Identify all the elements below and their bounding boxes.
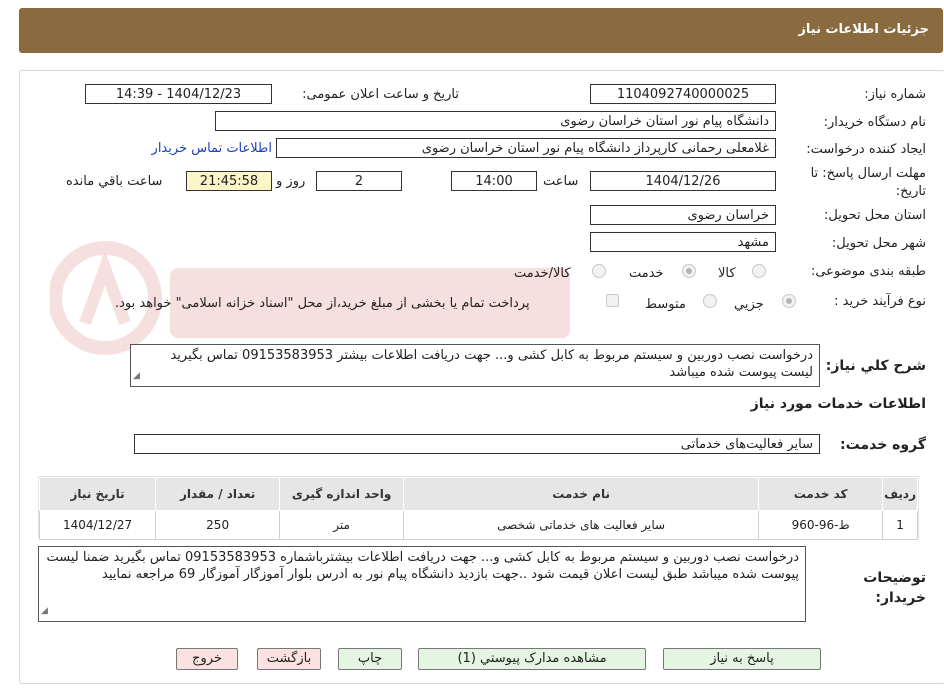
purchase-type-medium-radio[interactable] (703, 294, 717, 308)
buyer-notes-textarea[interactable]: درخواست نصب دوربین و سیستم مربوط به کابل… (38, 546, 806, 622)
category-label: طبقه بندی موضوعی: (810, 264, 926, 279)
services-table: ردیف کد خدمت نام خدمت واحد اندازه گیری ت… (38, 477, 918, 540)
announce-datetime-field: 1404/12/23 - 14:39 (85, 84, 272, 104)
deadline-label: مهلت ارسال پاسخ: تا تاریخ: (810, 166, 926, 199)
col-service-code: کد خدمت (758, 477, 884, 511)
deadline-date-field: 1404/12/26 (590, 171, 776, 191)
need-number-label: شماره نیاز: (864, 87, 926, 102)
table-row: 1 ط-96-960 سایر فعالیت های خدماتی شخصی م… (38, 510, 918, 540)
remaining-time-field: 21:45:58 (186, 171, 272, 191)
col-row: ردیف (882, 477, 918, 511)
cell-service-code: ط-96-960 (758, 510, 884, 540)
deadline-time-field: 14:00 (451, 171, 537, 191)
page-header: جزئیات اطلاعات نیاز (19, 8, 943, 53)
print-button[interactable]: چاپ (338, 648, 402, 670)
category-goods-service-label: کالا/خدمت (514, 266, 571, 281)
category-service-label: خدمت (629, 266, 664, 281)
purchase-type-minor-label: جزیي (734, 297, 764, 312)
resize-grip-icon[interactable]: ◢ (41, 603, 48, 620)
page-title: جزئیات اطلاعات نیاز (798, 22, 929, 37)
need-number-field: 1104092740000025 (590, 84, 776, 104)
category-goods-service-radio[interactable] (592, 264, 606, 278)
col-need-date: تاریخ نیاز (38, 477, 157, 511)
buyer-contact-link[interactable]: اطلاعات تماس خریدار (152, 141, 272, 156)
treasury-checkbox[interactable] (606, 294, 619, 307)
category-goods-label: کالا (718, 266, 736, 281)
exit-button[interactable]: خروج (176, 648, 238, 670)
remaining-time-label: ساعت باقي مانده (66, 174, 163, 189)
buyer-org-label: نام دستگاه خریدار: (823, 115, 926, 130)
deadline-time-label: ساعت (543, 174, 579, 189)
requester-field: غلامعلی رحمانی کارپرداز دانشگاه پیام نور… (276, 138, 776, 158)
announce-datetime-label: تاریخ و ساعت اعلان عمومی: (302, 87, 459, 102)
treasury-note: پرداخت تمام یا بخشی از مبلغ خرید،از محل … (115, 296, 530, 311)
requester-label: ایجاد کننده درخواست: (806, 142, 926, 157)
category-service-radio[interactable] (682, 264, 696, 278)
cell-service-name: سایر فعالیت های خدماتی شخصی (403, 510, 760, 540)
summary-label: شرح کلي نياز: (825, 358, 926, 374)
summary-textarea[interactable]: درخواست نصب دوربین و سیستم مربوط به کابل… (130, 344, 820, 387)
cell-row: 1 (882, 510, 918, 540)
service-group-label: گروه خدمت: (840, 437, 926, 453)
purchase-type-label: نوع فرآیند خرید : (834, 294, 926, 309)
col-service-name: نام خدمت (403, 477, 760, 511)
services-section-title: اطلاعات خدمات مورد نیاز (750, 396, 926, 412)
purchase-type-minor-radio[interactable] (782, 294, 796, 308)
services-table-frame: ردیف کد خدمت نام خدمت واحد اندازه گیری ت… (38, 476, 919, 540)
deadline-days-label: روز و (276, 174, 306, 189)
cell-unit: متر (279, 510, 405, 540)
delivery-province-label: استان محل تحویل: (824, 208, 926, 223)
purchase-type-medium-label: متوسط (645, 297, 686, 312)
back-button[interactable]: بازگشت (257, 648, 321, 670)
buyer-org-field: دانشگاه پیام نور استان خراسان رضوی (215, 111, 776, 131)
delivery-province-field: خراسان رضوی (590, 205, 776, 225)
view-documents-button[interactable]: مشاهده مدارک پیوستي (1) (418, 648, 646, 670)
resize-grip-icon[interactable]: ◢ (133, 368, 140, 385)
summary-text: درخواست نصب دوربین و سیستم مربوط به کابل… (170, 348, 813, 380)
col-unit: واحد اندازه گیری (279, 477, 405, 511)
respond-button[interactable]: پاسخ به نیاز (663, 648, 821, 670)
category-goods-radio[interactable] (752, 264, 766, 278)
buyer-notes-text: درخواست نصب دوربین و سیستم مربوط به کابل… (46, 550, 800, 582)
buyer-notes-label: توضیحات خریدار: (863, 570, 926, 606)
deadline-days-field: 2 (316, 171, 402, 191)
cell-quantity: 250 (155, 510, 281, 540)
services-table-header: ردیف کد خدمت نام خدمت واحد اندازه گیری ت… (38, 477, 918, 511)
cell-need-date: 1404/12/27 (38, 510, 157, 540)
delivery-city-label: شهر محل تحویل: (831, 236, 926, 251)
watermark-logo (50, 241, 570, 355)
service-group-field: سایر فعالیت‌های خدماتی (134, 434, 820, 454)
col-quantity: تعداد / مقدار (155, 477, 281, 511)
delivery-city-field: مشهد (590, 232, 776, 252)
